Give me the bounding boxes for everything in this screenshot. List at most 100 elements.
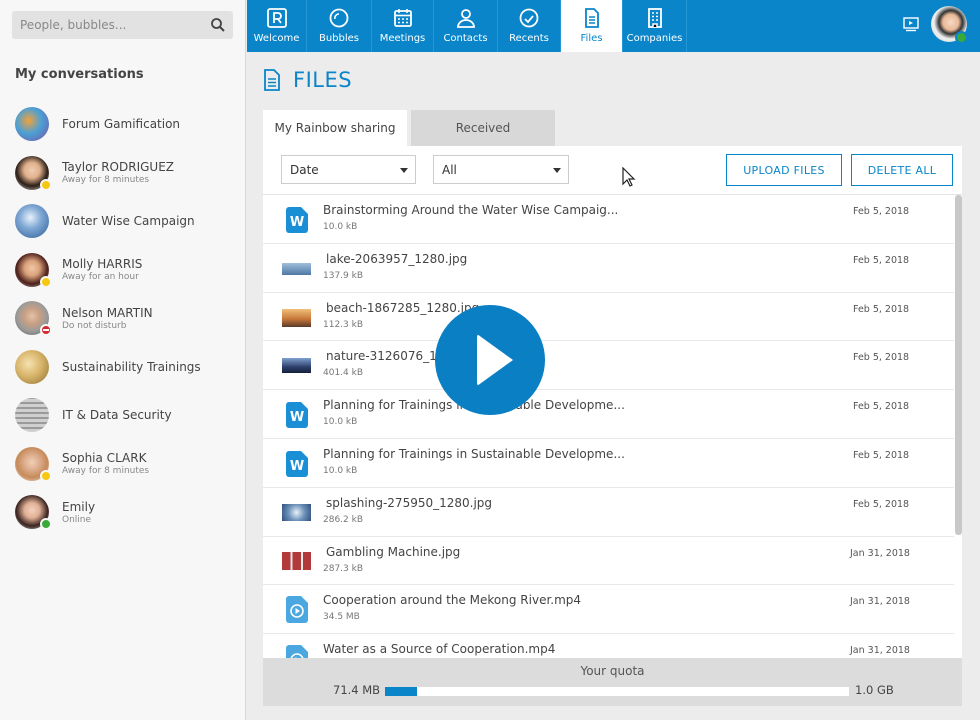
file-row[interactable]: splashing-275950_1280.jpg 286.2 kB Feb 5…	[263, 488, 954, 537]
file-date: Feb 5, 2018	[853, 254, 910, 266]
sort-select[interactable]: Date	[281, 155, 416, 184]
file-row[interactable]: Gambling Machine.jpg 287.3 kB Jan 31, 20…	[263, 537, 954, 586]
tab-received[interactable]: Received	[411, 110, 555, 146]
file-name: lake-2063957_1280.jpg	[326, 251, 468, 266]
conversation-item[interactable]: Sophia CLARK Away for 8 minutes	[0, 440, 246, 489]
avatar	[15, 252, 52, 288]
tab-label: Companies	[626, 33, 683, 44]
tab-my-rainbow-sharing[interactable]: My Rainbow sharing	[263, 110, 407, 146]
conversation-item[interactable]: Forum Gamification	[0, 100, 246, 149]
conversation-name: Taylor RODRIGUEZ	[62, 160, 175, 175]
delete-all-button[interactable]: DELETE ALL	[851, 154, 953, 186]
file-row[interactable]: W Planning for Trainings in Sustainable …	[263, 390, 954, 439]
presence-text: Away for 8 minutes	[62, 175, 150, 186]
conversation-name: Emily	[62, 499, 96, 514]
file-row[interactable]: Cooperation around the Mekong River.mp4 …	[263, 585, 954, 635]
file-date: Feb 5, 2018	[853, 401, 910, 413]
conversation-item[interactable]: Sustainability Trainings	[0, 343, 246, 392]
file-date: Feb 5, 2018	[853, 206, 910, 217]
file-date: Jan 31, 2018	[850, 596, 910, 608]
file-name: splashing-275950_1280.jpg	[326, 495, 493, 510]
file-date: Feb 5, 2018	[853, 352, 910, 364]
image-thumbnail-icon	[282, 308, 311, 327]
search-icon[interactable]	[210, 17, 226, 33]
file-list-scrollbar[interactable]	[955, 195, 962, 535]
file-row[interactable]: W Brainstorming Around the Water Wise Ca…	[263, 195, 954, 244]
file-size: 401.4 kB	[323, 368, 364, 379]
presence-text: Away for 8 minutes	[62, 466, 150, 477]
file-row[interactable]: W Planning for Trainings in Sustainable …	[263, 439, 954, 488]
conversation-name: IT & Data Security	[62, 408, 172, 423]
tab-label: Bubbles	[318, 33, 360, 44]
status-away-indicator	[40, 275, 52, 288]
video-file-icon	[286, 645, 308, 658]
file-size: 286.2 kB	[323, 514, 364, 525]
conversation-item[interactable]: Nelson MARTIN Do not disturb	[0, 294, 246, 343]
tab-recents[interactable]: Recents	[498, 0, 561, 52]
tab-welcome[interactable]: Welcome	[247, 0, 307, 52]
file-name: Cooperation around the Mekong River.mp4	[323, 593, 582, 608]
chevron-down-icon	[400, 168, 408, 173]
files-panel: Date All UPLOAD FILES DELETE ALL W Brain…	[263, 146, 962, 706]
svg-text:W: W	[290, 410, 304, 425]
search-box[interactable]	[12, 11, 233, 39]
conversation-item[interactable]: Molly HARRIS Away for an hour	[0, 246, 246, 295]
presence-text: Away for an hour	[62, 272, 139, 283]
file-date: Feb 5, 2018	[853, 449, 910, 461]
type-filter-select[interactable]: All	[433, 155, 569, 184]
word-document-icon: W	[286, 207, 308, 233]
sidebar: My conversations Forum Gamification Tayl…	[0, 0, 246, 720]
avatar	[15, 446, 52, 482]
file-row[interactable]: lake-2063957_1280.jpg 137.9 kB Feb 5, 20…	[263, 244, 954, 293]
file-row[interactable]: beach-1867285_1280.jpg 112.3 kB Feb 5, 2…	[263, 293, 954, 342]
video-play-button[interactable]	[435, 305, 545, 415]
presence-text: Do not disturb	[62, 320, 127, 331]
status-online-indicator	[955, 31, 968, 44]
conversation-item[interactable]: Emily Online	[0, 488, 246, 537]
file-date: Jan 31, 2018	[850, 547, 910, 559]
status-dnd-indicator	[40, 324, 52, 337]
file-list: W Brainstorming Around the Water Wise Ca…	[263, 195, 954, 658]
status-away-indicator	[40, 469, 52, 482]
file-name: Planning for Trainings in Sustainable De…	[323, 446, 625, 461]
screen-sharing-icon[interactable]	[903, 16, 919, 32]
tab-label: Files	[580, 33, 603, 44]
tab-meetings[interactable]: Meetings	[372, 0, 434, 52]
tab-contacts[interactable]: Contacts	[434, 0, 498, 52]
conversation-name: Molly HARRIS	[62, 257, 143, 272]
top-navigation-bar: Welcome Bubbles Meetings Contacts Recent…	[247, 0, 980, 52]
file-row[interactable]: nature-3126076_128 401.4 kB Feb 5, 2018	[263, 341, 954, 391]
image-thumbnail-icon	[282, 503, 311, 521]
tab-bubbles[interactable]: Bubbles	[307, 0, 372, 52]
quota-total: 1.0 GB	[855, 683, 894, 697]
tab-companies[interactable]: Companies	[623, 0, 687, 52]
status-online-indicator	[40, 518, 52, 531]
quota-progress-bar	[385, 687, 849, 696]
upload-files-button[interactable]: UPLOAD FILES	[726, 154, 842, 186]
search-input[interactable]	[12, 11, 207, 39]
file-name: Brainstorming Around the Water Wise Camp…	[323, 203, 619, 217]
building-icon	[647, 8, 662, 28]
conversation-item[interactable]: IT & Data Security	[0, 391, 246, 440]
conversation-name: Sustainability Trainings	[62, 359, 201, 374]
page-header: FILES	[263, 68, 352, 92]
conversation-name: Sophia CLARK	[62, 451, 147, 466]
video-file-icon	[286, 596, 308, 624]
page-title: FILES	[293, 68, 353, 92]
image-thumbnail-icon	[282, 551, 311, 570]
file-size: 34.5 MB	[323, 612, 360, 623]
tab-label: Welcome	[253, 33, 300, 44]
conversation-name: Forum Gamification	[62, 117, 181, 132]
conversation-name: Nelson MARTIN	[62, 305, 153, 320]
file-name: nature-3126076_128	[326, 349, 452, 364]
file-row[interactable]: Water as a Source of Cooperation.mp4 Jan…	[263, 634, 954, 658]
tab-label: Contacts	[443, 33, 488, 44]
tab-files[interactable]: Files	[561, 0, 623, 52]
presence-text: Online	[62, 514, 92, 525]
chevron-down-icon	[553, 168, 561, 173]
image-thumbnail-icon	[282, 262, 311, 275]
avatar	[15, 495, 52, 531]
conversation-item[interactable]: Taylor RODRIGUEZ Away for 8 minutes	[0, 149, 246, 198]
avatar	[15, 301, 52, 337]
conversation-item[interactable]: Water Wise Campaign	[0, 197, 246, 246]
